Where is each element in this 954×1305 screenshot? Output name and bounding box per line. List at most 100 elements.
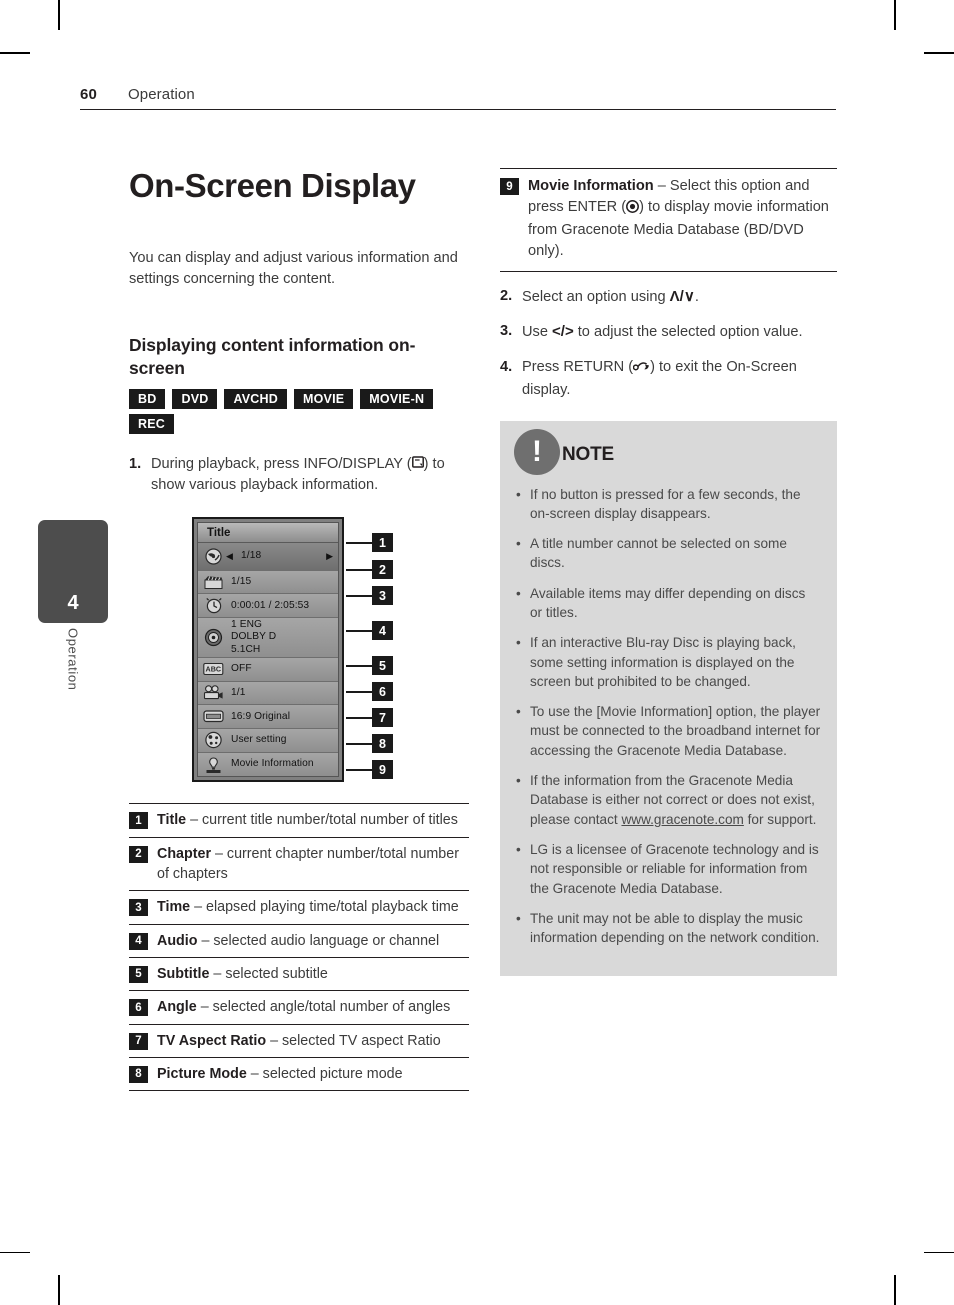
definition-number-5: 5	[129, 965, 148, 983]
step-3-number: 3.	[500, 323, 513, 340]
left-column: On-Screen Display You can display and ad…	[129, 167, 469, 1092]
osd-value-title: 1/18	[241, 550, 262, 562]
crop-mark-right-bottom	[924, 1251, 954, 1253]
definition-row-title: 1 Title – current title number/total num…	[129, 804, 469, 838]
osd-row-chapter[interactable]: 1/15	[198, 570, 338, 595]
callout-8: 8	[372, 734, 393, 754]
clapperboard-icon	[201, 572, 226, 593]
osd-row-angle[interactable]: 1/1	[198, 681, 338, 706]
note-header: ! NOTE	[514, 428, 821, 475]
step-2-body: Select an option using Λ/∨.	[522, 286, 837, 308]
osd-title-bar: Title	[198, 523, 338, 544]
callout-3: 3	[372, 586, 393, 606]
definition-list: 1 Title – current title number/total num…	[129, 803, 469, 1092]
definition-number-8: 8	[129, 1065, 148, 1083]
callout-4: 4	[372, 621, 393, 641]
definition-term-7: TV Aspect Ratio	[157, 1032, 267, 1049]
media-badge-movie-n: MOVIE-N	[360, 388, 434, 409]
note-item: • To use the [Movie Information] option, …	[516, 702, 821, 760]
step-2: 2. Select an option using Λ/∨.	[500, 286, 837, 308]
movie-info-icon	[201, 754, 226, 775]
note-bullet: •	[516, 486, 521, 502]
callout-6: 6	[372, 682, 393, 702]
exclamation-glyph: !	[532, 434, 542, 468]
return-button-icon	[632, 359, 650, 380]
definition-text-7: TV Aspect Ratio – selected TV aspect Rat…	[157, 1031, 469, 1051]
header-section-title: Operation	[128, 86, 195, 103]
definition-desc-7: – selected TV aspect Ratio	[266, 1032, 441, 1049]
definition-row-chapter: 2 Chapter – current chapter number/total…	[129, 838, 469, 892]
osd-left-arrow-icon[interactable]: ◀	[226, 551, 233, 562]
intro-paragraph: You can display and adjust various infor…	[129, 250, 458, 288]
osd-value-audio: 1 ENG DOLBY D 5.1CH	[231, 618, 277, 655]
osd-value-movie-information: Movie Information	[231, 758, 314, 770]
definition-text-8: Picture Mode – selected picture mode	[157, 1064, 469, 1084]
note-item-text: LG is a licensee of Gracenote technology…	[530, 841, 819, 896]
osd-panel: Title ◀ 1/18 ▶ 1/15 0:00:01 / 2:05:53 1 …	[192, 517, 344, 783]
step-3-body: Use </> to adjust the selected option va…	[522, 321, 837, 343]
osd-row-subtitle[interactable]: ABC OFF	[198, 658, 338, 682]
osd-row-movie-information[interactable]: Movie Information	[198, 752, 338, 777]
movie-information-term: Movie Information	[528, 178, 654, 194]
media-badge-bd: BD	[129, 388, 166, 409]
note-item-text-b: for support.	[743, 811, 817, 827]
osd-row-title[interactable]: ◀ 1/18 ▶	[198, 543, 338, 571]
chapter-tab-label-wrap: Operation	[38, 628, 108, 738]
clock-icon	[201, 595, 226, 616]
up-down-arrow-symbol: Λ/∨	[669, 287, 695, 305]
leader-line-2	[346, 569, 372, 571]
left-right-arrow-symbol: </>	[552, 323, 574, 341]
note-bullet: •	[516, 704, 521, 720]
step-1-text-a: During playback, press INFO/DISPLAY (	[151, 455, 412, 472]
callout-1: 1	[372, 533, 393, 553]
chapter-tab-label: Operation	[65, 628, 81, 691]
definition-term-2: Chapter	[157, 845, 212, 862]
osd-row-tv-aspect[interactable]: 16:9 Original	[198, 705, 338, 730]
definition-row-tv-aspect-ratio: 7 TV Aspect Ratio – selected TV aspect R…	[129, 1025, 469, 1058]
crop-mark-left-bottom	[0, 1251, 30, 1253]
definition-row-subtitle: 5 Subtitle – selected subtitle	[129, 958, 469, 992]
definition-row-angle: 6 Angle – selected angle/total number of…	[129, 991, 469, 1025]
leader-line-3	[346, 595, 372, 597]
crop-mark-left-top	[0, 52, 30, 54]
note-item-text: Available items may differ depending on …	[530, 585, 806, 620]
leader-line-7	[346, 717, 372, 719]
step-3-text-a: Use	[522, 324, 553, 341]
gracenote-link[interactable]: www.gracenote.com	[621, 812, 743, 827]
step-2-text-a: Select an option using	[522, 288, 670, 305]
note-item: • A title number cannot be selected on so…	[516, 534, 821, 573]
leader-line-1	[346, 542, 372, 544]
note-bullet: •	[516, 773, 521, 789]
osd-value-tv-aspect: 16:9 Original	[231, 710, 291, 722]
crop-mark-bottom-left	[58, 1275, 60, 1305]
picture-mode-icon	[201, 730, 226, 751]
leader-line-6	[346, 691, 372, 693]
movie-information-text: Movie Information – Select this option a…	[528, 176, 837, 263]
definition-term-6: Angle	[157, 999, 197, 1016]
osd-row-audio[interactable]: 1 ENG DOLBY D 5.1CH	[198, 618, 338, 659]
svg-text:ABC: ABC	[206, 665, 222, 674]
osd-row-time[interactable]: 0:00:01 / 2:05:53	[198, 594, 338, 619]
crop-mark-top-left	[58, 0, 60, 30]
disc-title-icon	[201, 546, 226, 567]
osd-value-time: 0:00:01 / 2:05:53	[231, 599, 310, 611]
note-item-text: To use the [Movie Information] option, t…	[530, 704, 821, 758]
step-1: 1. During playback, press INFO/DISPLAY (…	[129, 454, 469, 495]
right-column: 9 Movie Information – Select this option…	[500, 168, 837, 977]
note-item-text: The unit may not be able to display the …	[530, 910, 820, 946]
note-item: • If no button is pressed for a few secon…	[516, 485, 821, 524]
page-header: 60 Operation	[80, 86, 836, 110]
note-bullet: •	[516, 841, 521, 857]
step-2-number: 2.	[500, 287, 513, 304]
osd-row-picture-mode[interactable]: User setting	[198, 729, 338, 753]
info-display-icon	[411, 456, 424, 472]
media-badge-movie: MOVIE	[294, 388, 354, 409]
movie-information-number: 9	[500, 178, 519, 195]
definition-text-5: Subtitle – selected subtitle	[157, 964, 469, 984]
osd-value-angle: 1/1	[231, 686, 246, 698]
callout-7: 7	[372, 708, 393, 728]
media-badge-rec: REC	[129, 413, 174, 434]
definition-text-2: Chapter – current chapter number/total n…	[157, 844, 469, 885]
osd-right-arrow-icon[interactable]: ▶	[326, 551, 333, 562]
tv-aspect-icon	[201, 706, 226, 727]
